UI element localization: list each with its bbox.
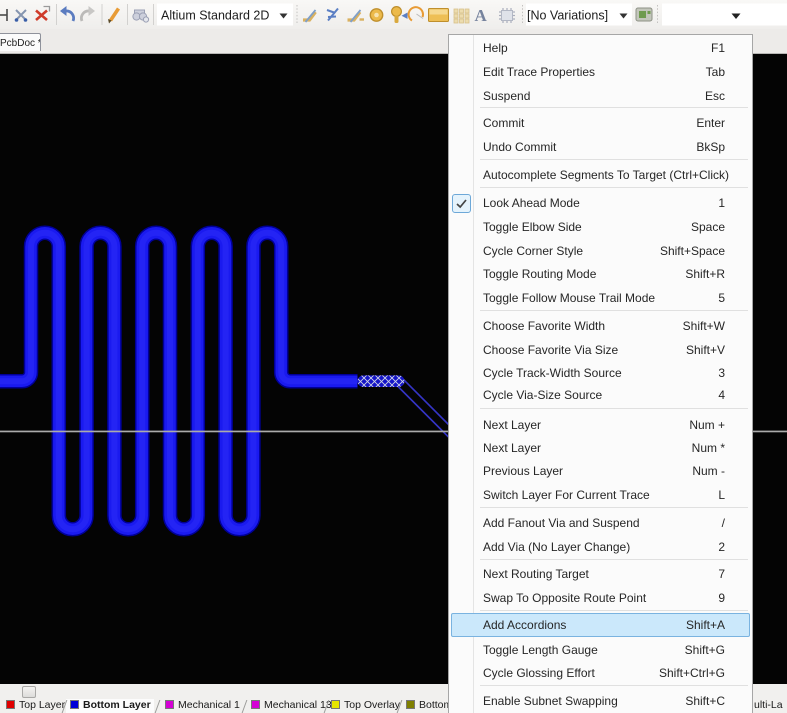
- svg-text:A: A: [475, 6, 488, 25]
- svg-text:[No Variations]: [No Variations]: [527, 9, 608, 23]
- svg-text:Altium Standard 2D: Altium Standard 2D: [161, 9, 269, 23]
